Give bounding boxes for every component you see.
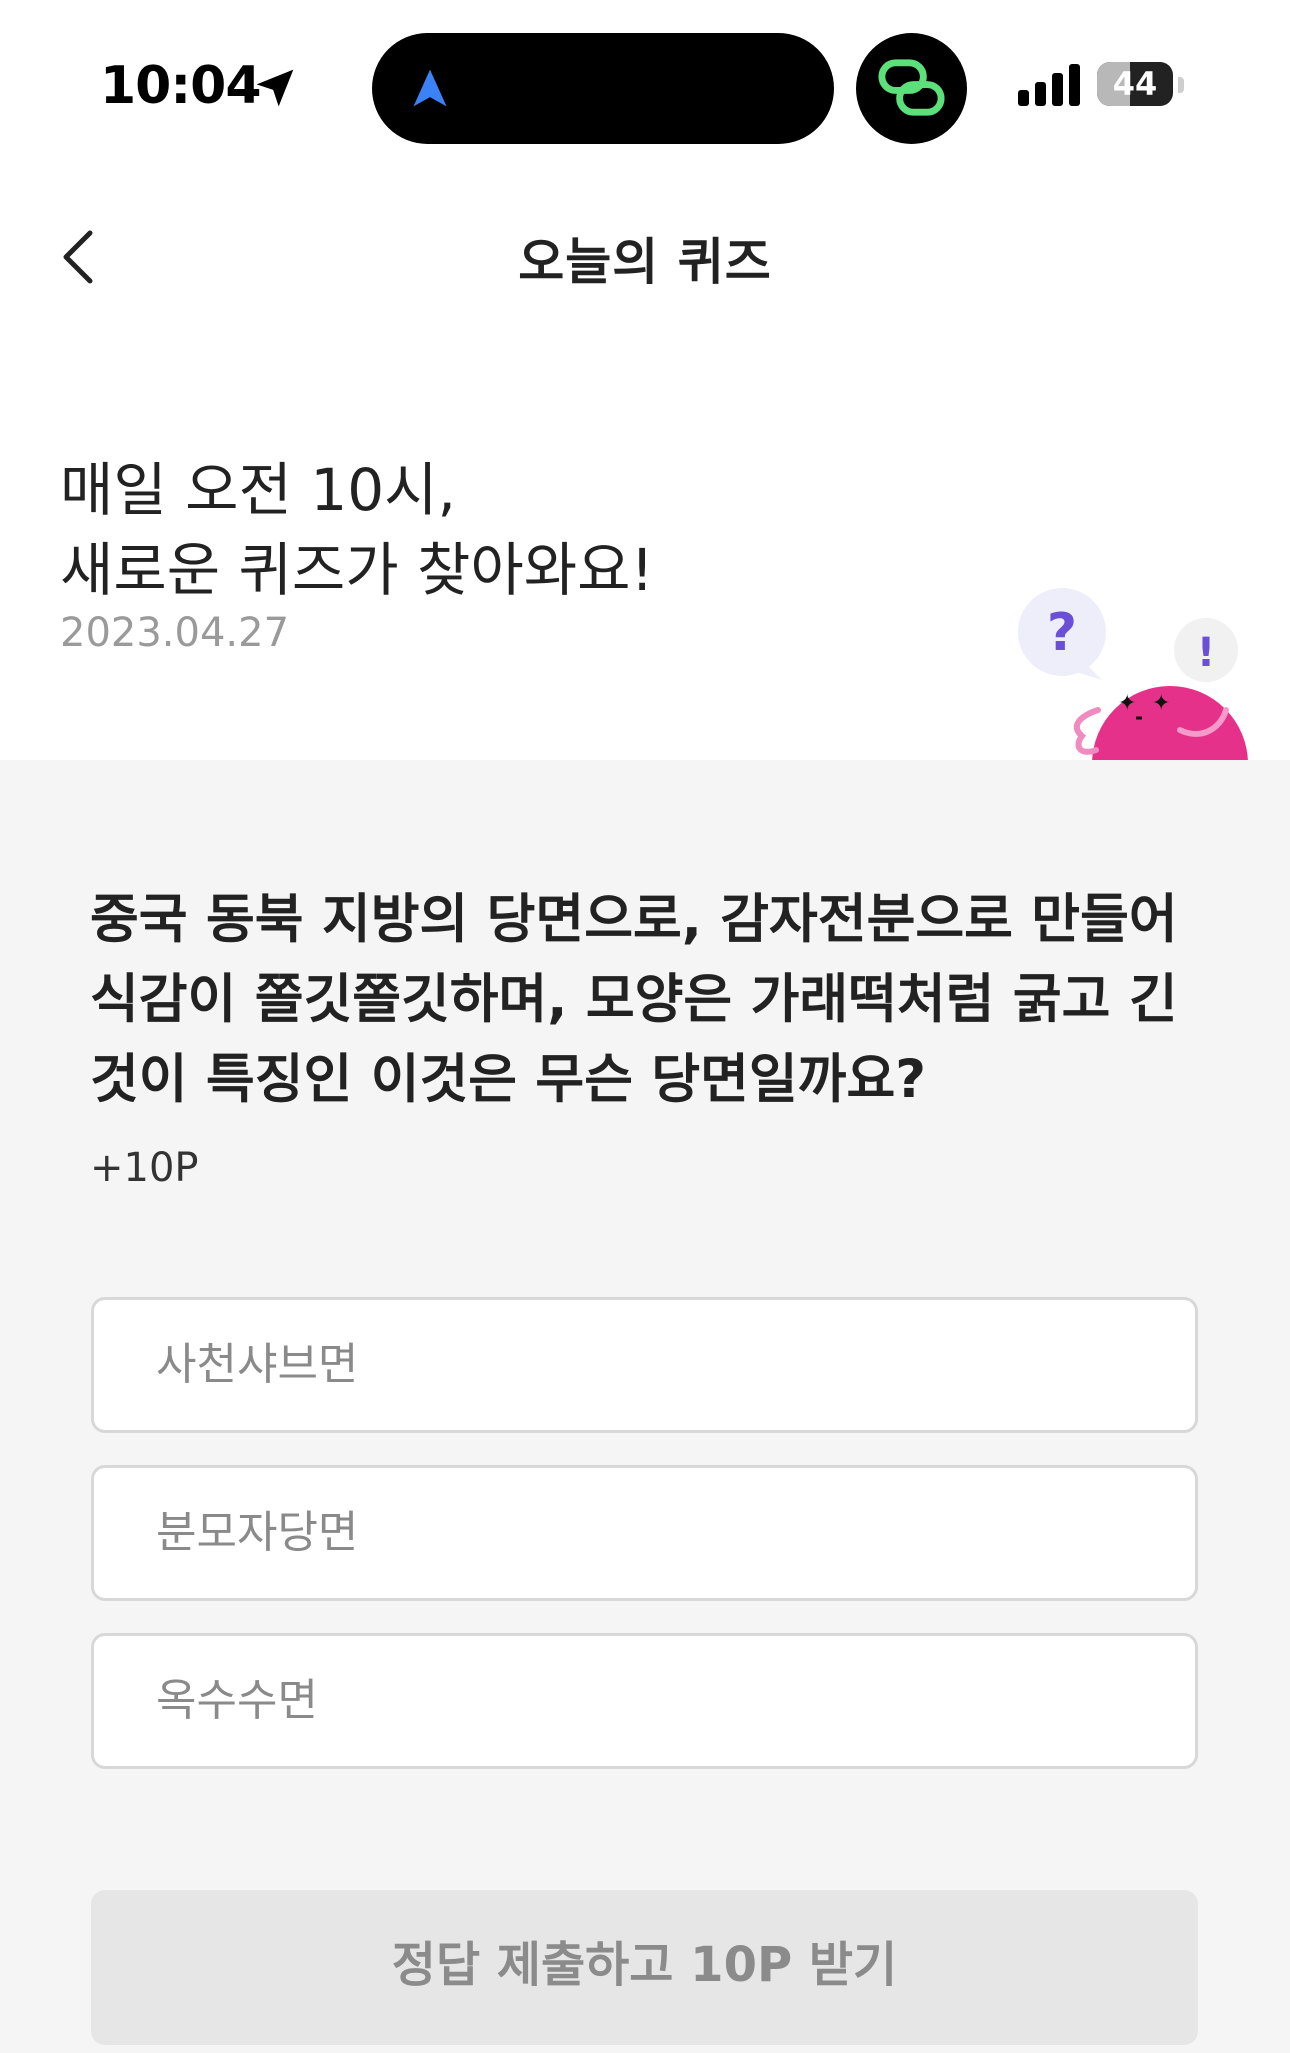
link-app-indicator	[856, 33, 967, 144]
battery-icon: 44	[1097, 62, 1173, 106]
quiz-question: 중국 동북 지방의 당면으로, 감자전분으로 만들어 식감이 쫄깃쫄깃하며, 모…	[90, 880, 1210, 1120]
svg-text:✦: ✦	[1118, 691, 1136, 716]
mascot-illustration: ? ! ✦ ✦	[1018, 588, 1248, 760]
navigation-icon	[413, 69, 447, 107]
mascot-character: ✦ ✦	[1073, 686, 1248, 760]
answer-option-3[interactable]: 옥수수면	[91, 1633, 1198, 1769]
question-bubble: ?	[1018, 588, 1106, 680]
battery-cap	[1178, 77, 1184, 93]
intro-line-1: 매일 오전 10시,	[60, 456, 456, 524]
question-line: 중국 동북 지방의 당면으로, 감자전분으로 만들어	[90, 889, 1178, 950]
dynamic-island	[372, 33, 834, 144]
chevron-left-icon	[63, 230, 93, 284]
answer-option-label: 사천샤브면	[156, 1339, 359, 1390]
question-line: 것이 특징인 이것은 무슨 당면일까요?	[90, 1049, 926, 1110]
answer-option-label: 옥수수면	[156, 1675, 318, 1726]
question-mark: ?	[1047, 603, 1077, 663]
exclamation-mark: !	[1197, 630, 1215, 676]
link-app-icon	[878, 59, 945, 116]
svg-text:✦: ✦	[1152, 691, 1170, 716]
location-arrow-icon	[256, 69, 294, 107]
signal-icon	[1018, 64, 1080, 106]
submit-answer-button[interactable]: 정답 제출하고 10P 받기	[91, 1890, 1198, 2045]
points-reward: +10P	[90, 1145, 199, 1191]
intro-line-2: 새로운 퀴즈가 찾아와요!	[60, 536, 654, 604]
top-section: 10:04 44 오늘의 퀴즈 매일 오전 10시, 새로운 퀴즈가 찾아와요!…	[0, 0, 1290, 760]
status-time: 10:04	[100, 56, 262, 116]
back-button[interactable]	[50, 222, 106, 292]
battery-level: 44	[1112, 65, 1158, 103]
page-title: 오늘의 퀴즈	[518, 233, 772, 291]
answer-option-2[interactable]: 분모자당면	[91, 1465, 1198, 1601]
exclamation-bubble: !	[1174, 618, 1238, 682]
answer-option-1[interactable]: 사천샤브면	[91, 1297, 1198, 1433]
answer-option-label: 분모자당면	[156, 1507, 359, 1558]
quiz-date: 2023.04.27	[60, 610, 290, 656]
question-line: 식감이 쫄깃쫄깃하며, 모양은 가래떡처럼 굵고 긴	[90, 969, 1178, 1030]
